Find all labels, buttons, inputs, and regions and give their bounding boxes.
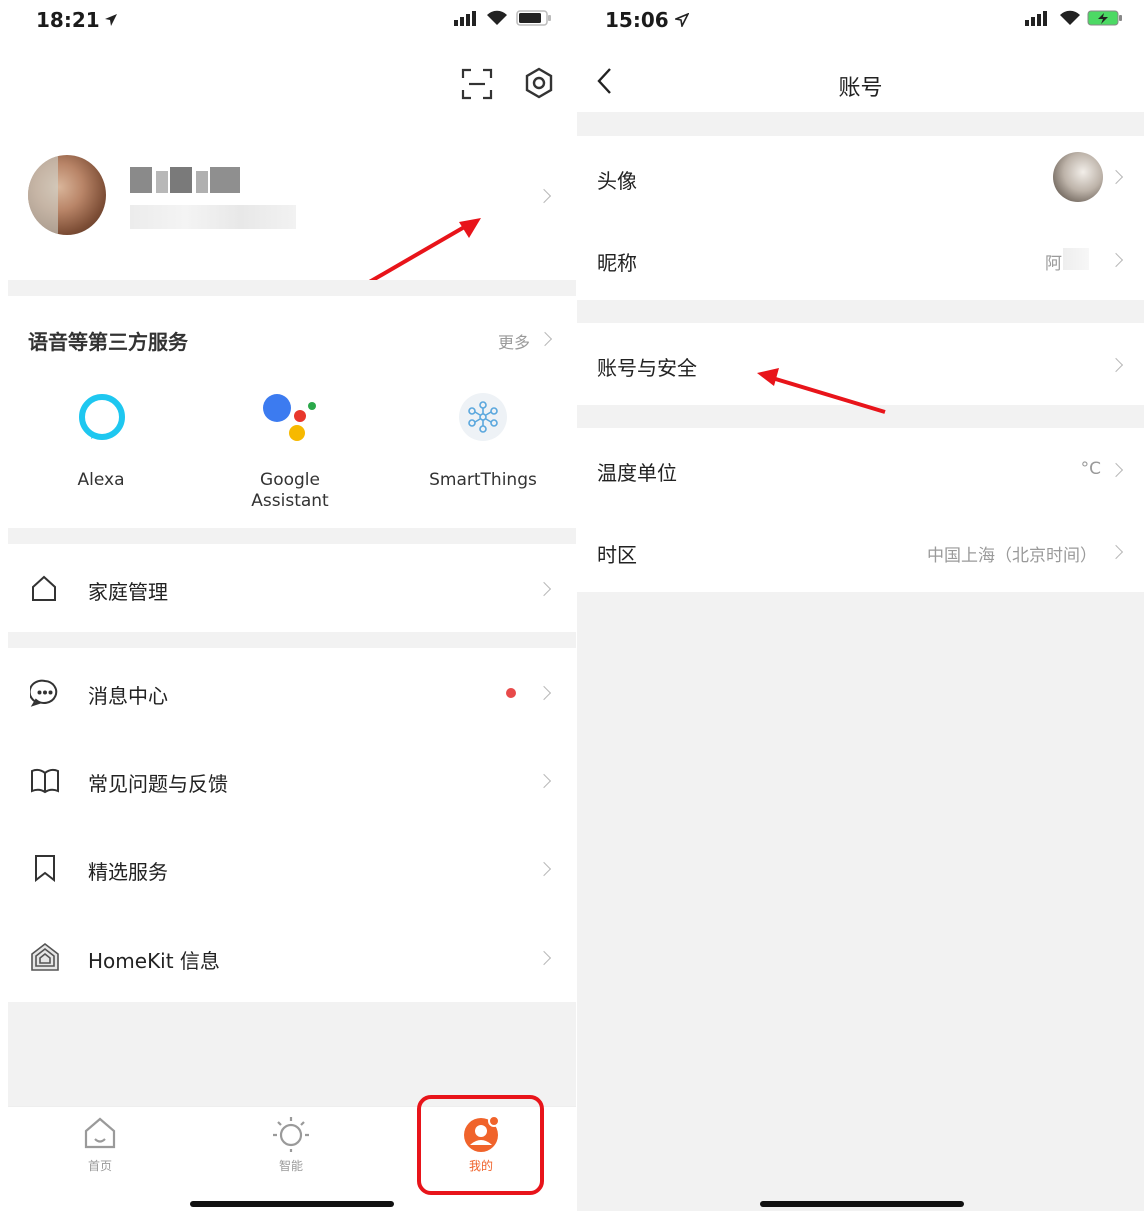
chevron-right-icon: [1108, 544, 1124, 560]
menu-label: 精选服务: [88, 860, 168, 884]
tab-label: 智能: [278, 1159, 303, 1173]
menu-label: HomeKit 信息: [88, 949, 220, 973]
battery-icon: [516, 10, 552, 30]
row-nickname[interactable]: 昵称 阿: [577, 218, 1144, 300]
tab-label: 首页: [87, 1159, 112, 1173]
row-value: 中国上海（北京时间）: [927, 546, 1097, 566]
row-label: 头像: [597, 169, 637, 193]
left-phone: 18:21 语音等第三方服务 更多 Alexa Google Assistant…: [8, 0, 576, 1212]
service-smartthings[interactable]: SmartThings: [418, 392, 548, 502]
menu-item-homekit-info[interactable]: HomeKit 信息: [8, 912, 576, 1002]
row-avatar[interactable]: 头像: [577, 136, 1144, 218]
row-label: 账号与安全: [597, 356, 697, 380]
service-label: Alexa: [77, 470, 125, 490]
bookmark-icon: [34, 854, 56, 886]
homekit-icon: [30, 942, 60, 976]
signal-icon: [1025, 10, 1055, 30]
scan-icon[interactable]: [461, 68, 493, 100]
row-label: 昵称: [597, 251, 637, 275]
chevron-right-icon: [537, 331, 553, 347]
service-label: Google Assistant: [251, 470, 329, 511]
menu-item-message-center[interactable]: 消息中心: [8, 648, 576, 736]
red-arrow-annotation: [755, 364, 889, 422]
divider: [8, 280, 576, 296]
menu-label: 常见问题与反馈: [88, 772, 228, 796]
google-assistant-logo-icon: [260, 392, 320, 448]
chat-bubble-icon: [28, 678, 60, 712]
location-arrow-icon: [673, 12, 690, 31]
more-label: 更多: [498, 333, 531, 352]
chevron-right-icon: [1108, 462, 1124, 478]
menu-label: 家庭管理: [88, 580, 168, 604]
services-title: 语音等第三方服务: [28, 330, 188, 354]
home-indicator: [760, 1201, 964, 1207]
sun-icon: [271, 1115, 311, 1157]
chevron-right-icon: [1108, 169, 1124, 185]
service-google-assistant[interactable]: Google Assistant: [230, 392, 350, 512]
right-phone: 15:06 账号 头像 昵称 阿 账号与安全 温度单位 °C 时区 中国上海（北…: [577, 0, 1144, 1211]
row-temperature-unit[interactable]: 温度单位 °C: [577, 428, 1144, 510]
row-timezone[interactable]: 时区 中国上海（北京时间）: [577, 510, 1144, 592]
divider: [8, 632, 576, 648]
chevron-right-icon: [1108, 357, 1124, 373]
profile-card[interactable]: [8, 135, 576, 280]
user-name-redacted: [130, 167, 240, 193]
home-indicator: [190, 1201, 394, 1207]
unread-dot: [506, 688, 516, 698]
highlight-box-annotation: [417, 1095, 544, 1195]
nickname-redacted: [1063, 248, 1089, 270]
services-section: 语音等第三方服务 更多 Alexa Google Assistant Smart…: [8, 296, 576, 528]
chevron-right-icon: [1108, 252, 1124, 268]
user-id-redacted: [130, 205, 296, 229]
alexa-logo-icon: [77, 392, 127, 446]
menu-item-family-management[interactable]: 家庭管理: [8, 544, 576, 632]
chevron-right-icon: [536, 685, 552, 701]
service-label: SmartThings: [429, 470, 537, 490]
battery-charging-icon: [1087, 10, 1123, 30]
menu-item-featured-services[interactable]: 精选服务: [8, 824, 576, 912]
location-arrow-icon: [104, 12, 118, 31]
empty-area: [8, 1002, 576, 1106]
tab-bar: 首页 智能 我的: [8, 1095, 576, 1212]
house-icon: [30, 574, 58, 606]
chevron-right-icon: [536, 188, 552, 204]
services-more-link[interactable]: 更多: [498, 329, 562, 352]
row-label: 时区: [597, 543, 637, 567]
chevron-right-icon: [536, 773, 552, 789]
chevron-right-icon: [536, 861, 552, 877]
book-icon: [30, 768, 60, 798]
divider: [8, 528, 576, 544]
tab-home[interactable]: 首页: [70, 1115, 130, 1179]
nav-header: 15:06 账号: [577, 0, 1144, 112]
service-alexa[interactable]: Alexa: [51, 392, 151, 502]
row-label: 温度单位: [597, 461, 677, 485]
wifi-icon: [1059, 9, 1081, 30]
tab-smart[interactable]: 智能: [261, 1115, 321, 1179]
status-time: 18:21: [36, 8, 100, 32]
menu-item-faq-feedback[interactable]: 常见问题与反馈: [8, 736, 576, 824]
status-time: 15:06: [605, 8, 669, 32]
home-icon: [82, 1115, 118, 1155]
chevron-right-icon: [536, 950, 552, 966]
row-value: °C: [1080, 459, 1101, 479]
settings-icon[interactable]: [522, 66, 556, 100]
signal-icon: [454, 10, 484, 30]
menu-label: 消息中心: [88, 684, 168, 708]
page-title: 账号: [838, 76, 883, 101]
smartthings-logo-icon: [458, 392, 508, 446]
chevron-right-icon: [536, 581, 552, 597]
avatar: [28, 155, 106, 235]
avatar-thumbnail: [1053, 152, 1103, 202]
wifi-icon: [486, 9, 508, 30]
